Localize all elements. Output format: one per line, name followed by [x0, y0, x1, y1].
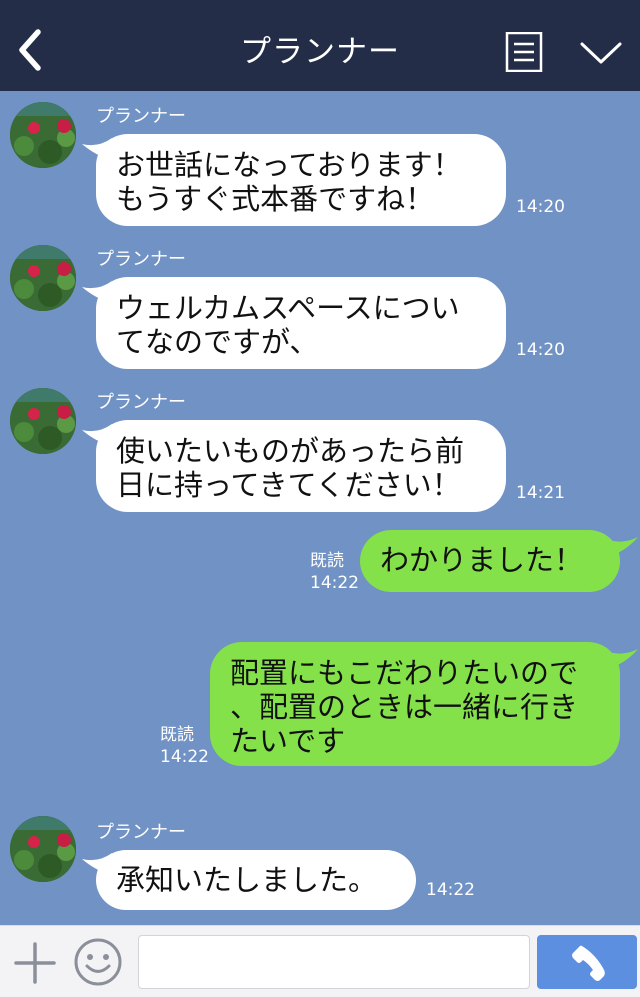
- message-bubble[interactable]: ウェルカムスペースについ てなのですが、: [96, 277, 506, 369]
- message-bubble[interactable]: わかりました！: [360, 530, 620, 592]
- message-text-line: もうすぐ式本番ですね！: [116, 182, 435, 216]
- message-text-line: 配置にもこだわりたいので: [230, 656, 579, 690]
- message-text-line: 使いたいものがあったら前: [116, 434, 465, 468]
- message-time: 14:20: [516, 340, 565, 360]
- message-bubble[interactable]: 承知いたしました。: [96, 850, 416, 910]
- message-bubble[interactable]: 配置にもこだわりたいので 、配置のときは一緒に行き たいです: [210, 642, 620, 766]
- avatar[interactable]: [10, 388, 76, 454]
- chevron-down-icon[interactable]: [578, 36, 624, 68]
- message-time: 14:21: [516, 483, 565, 503]
- message-bubble[interactable]: お世話になっております！ もうすぐ式本番ですね！: [96, 134, 506, 226]
- chat-title: プランナー: [240, 34, 400, 70]
- message-time: 14:20: [516, 197, 565, 217]
- read-label: 既読: [160, 725, 194, 745]
- read-label: 既読: [310, 551, 344, 571]
- chat-header: プランナー: [0, 0, 640, 91]
- avatar[interactable]: [10, 102, 76, 168]
- sender-name: プランナー: [96, 822, 186, 843]
- message-text-line: お世話になっております！: [116, 148, 462, 182]
- smile-icon[interactable]: [73, 937, 123, 987]
- message-input[interactable]: [138, 935, 530, 989]
- menu-icon[interactable]: [505, 31, 543, 73]
- message-text-line: てなのですが、: [116, 325, 319, 359]
- message-time: 14:22: [426, 880, 475, 900]
- message-composer: [0, 925, 640, 997]
- phone-icon: [572, 945, 605, 981]
- message-text-line: たいです: [230, 724, 346, 758]
- sender-name: プランナー: [96, 106, 186, 127]
- plus-icon[interactable]: [14, 942, 56, 984]
- message-text-line: 日に持ってきてください！: [116, 468, 461, 502]
- message-text-line: 承知いたしました。: [116, 863, 378, 897]
- message-text-line: 、配置のときは一緒に行き: [230, 690, 579, 724]
- read-receipt: 既読 14:22: [160, 724, 209, 768]
- message-bubble[interactable]: 使いたいものがあったら前 日に持ってきてください！: [96, 420, 506, 512]
- avatar[interactable]: [10, 816, 76, 882]
- sender-name: プランナー: [96, 392, 186, 413]
- avatar[interactable]: [10, 245, 76, 311]
- call-button[interactable]: [537, 935, 637, 989]
- sender-name: プランナー: [96, 249, 186, 270]
- message-time: 14:22: [310, 573, 359, 593]
- message-text-line: ウェルカムスペースについ: [116, 291, 460, 325]
- message-text-line: わかりました！: [380, 543, 584, 577]
- read-receipt: 既読 14:22: [310, 550, 359, 594]
- message-time: 14:22: [160, 747, 209, 767]
